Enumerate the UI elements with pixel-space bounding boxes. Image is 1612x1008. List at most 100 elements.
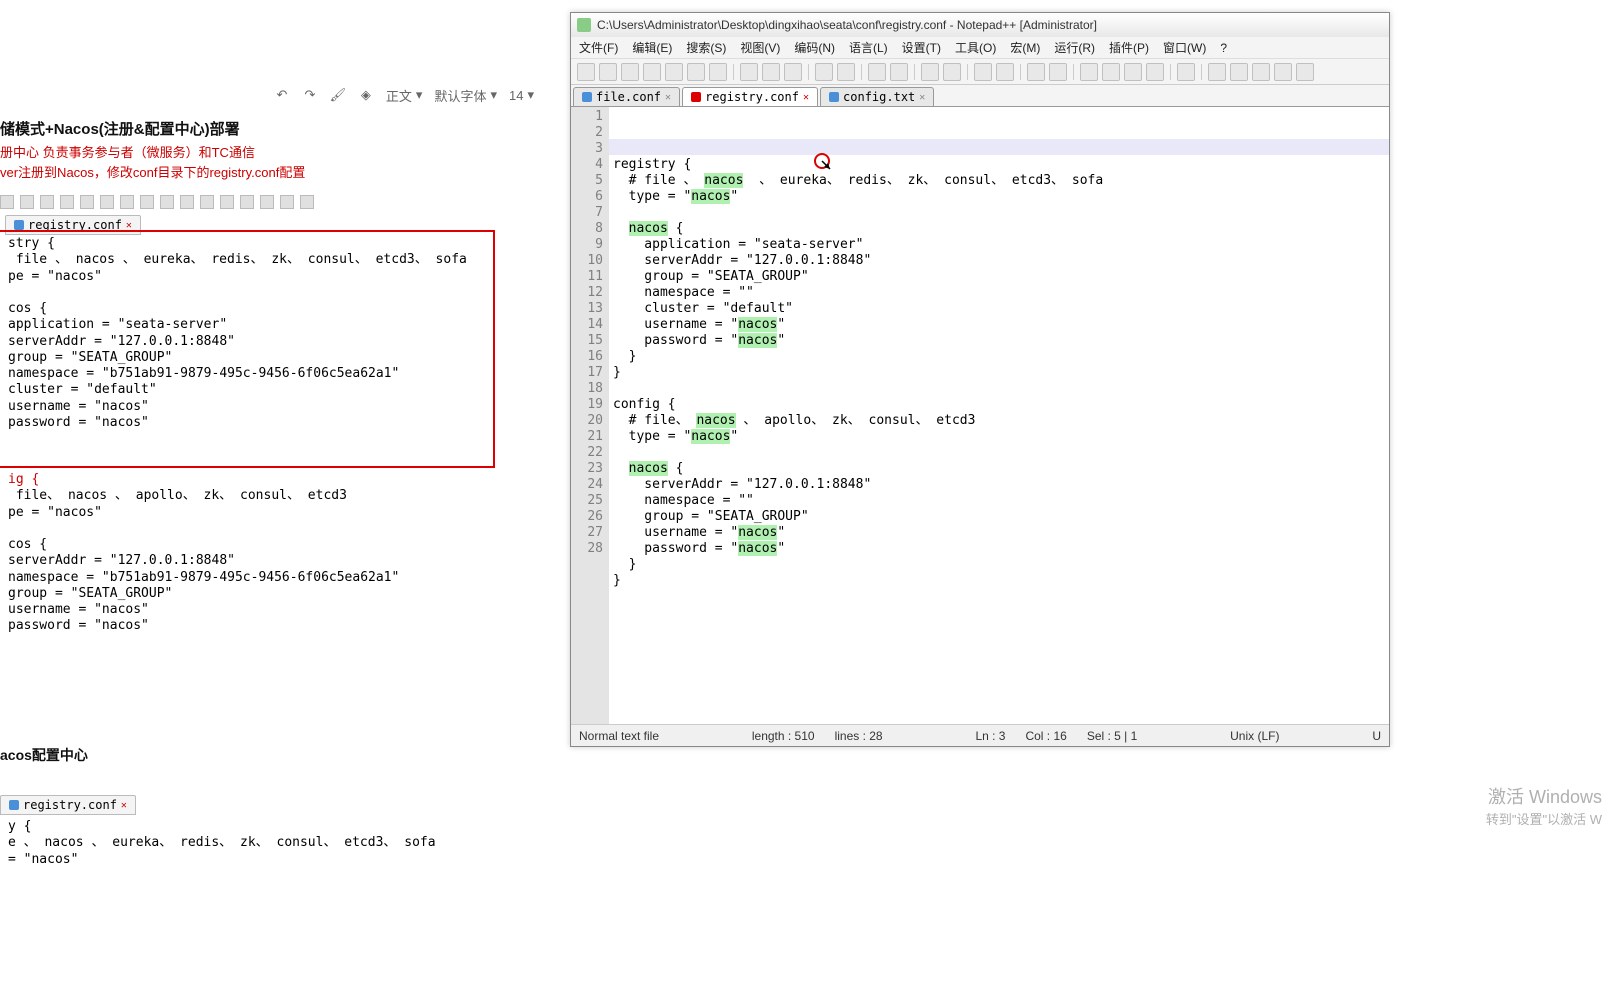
font-family-select[interactable]: 默认字体 ▾ [434, 86, 497, 105]
copy-icon[interactable] [762, 63, 780, 81]
doc-code-tab-2[interactable]: registry.conf ✕ [0, 795, 136, 815]
paste-icon[interactable] [784, 63, 802, 81]
app-icon [577, 18, 591, 32]
main-toolbar [571, 59, 1389, 85]
doc-code-block-3-wrapper: y { e 、 nacos 、 eureka、 redis、 zk、 consu… [0, 815, 495, 872]
sync-h-icon[interactable] [996, 63, 1014, 81]
tab-label: registry.conf [705, 90, 799, 104]
menu-macro[interactable]: 宏(M) [1010, 39, 1040, 56]
mini-tool-icon[interactable] [200, 195, 214, 209]
tab-config-txt[interactable]: config.txt ✕ [820, 87, 934, 106]
replace-icon[interactable] [890, 63, 908, 81]
mini-tool-icon[interactable] [160, 195, 174, 209]
doc-code-tab-2-label: registry.conf [23, 798, 117, 812]
eraser-icon[interactable]: ◈ [358, 87, 374, 103]
print-icon[interactable] [709, 63, 727, 81]
status-selection: Sel : 5 | 1 [1087, 729, 1137, 743]
menu-encoding[interactable]: 编码(N) [794, 39, 835, 56]
doc-code-block-3: y { e 、 nacos 、 eureka、 redis、 zk、 consu… [8, 819, 487, 868]
stop-macro-icon[interactable] [1230, 63, 1248, 81]
undo-icon[interactable] [815, 63, 833, 81]
new-file-icon[interactable] [577, 63, 595, 81]
menu-edit[interactable]: 编辑(E) [632, 39, 672, 56]
close-icon[interactable] [665, 63, 683, 81]
zoom-out-icon[interactable] [943, 63, 961, 81]
close-icon[interactable]: ✕ [126, 220, 132, 231]
monitor-icon[interactable] [1177, 63, 1195, 81]
show-symbol-icon[interactable] [1049, 63, 1067, 81]
close-icon[interactable]: ✕ [121, 800, 127, 811]
toolbar-separator [1073, 64, 1074, 80]
mini-tool-icon[interactable] [300, 195, 314, 209]
close-icon[interactable]: ✕ [665, 92, 671, 103]
menu-help[interactable]: ? [1220, 41, 1227, 55]
close-icon[interactable]: ✕ [803, 92, 809, 103]
play-multi-icon[interactable] [1274, 63, 1292, 81]
brush-icon[interactable]: 🖌 [330, 87, 346, 103]
mini-tool-icon[interactable] [40, 195, 54, 209]
redo-icon[interactable] [837, 63, 855, 81]
mini-tool-icon[interactable] [20, 195, 34, 209]
paragraph-style-select[interactable]: 正文 ▾ [386, 86, 423, 105]
indent-icon[interactable] [1080, 63, 1098, 81]
mini-tool-icon[interactable] [140, 195, 154, 209]
status-encoding: U [1372, 729, 1381, 743]
close-icon[interactable]: ✕ [919, 92, 925, 103]
status-line: Ln : 3 [975, 729, 1005, 743]
status-lines: lines : 28 [835, 729, 883, 743]
status-filetype: Normal text file [579, 729, 659, 743]
code-content[interactable]: registry { # file 、 nacos 、 eureka、 redi… [609, 107, 1389, 724]
mini-tool-icon[interactable] [220, 195, 234, 209]
undo-icon[interactable]: ↶ [274, 87, 290, 103]
zoom-in-icon[interactable] [921, 63, 939, 81]
save-icon[interactable] [621, 63, 639, 81]
tab-file-conf[interactable]: file.conf ✕ [573, 87, 680, 106]
menu-run[interactable]: 运行(R) [1054, 39, 1095, 56]
record-macro-icon[interactable] [1208, 63, 1226, 81]
editor-area[interactable]: 1234567891011121314151617181920212223242… [571, 107, 1389, 724]
sync-v-icon[interactable] [974, 63, 992, 81]
cut-icon[interactable] [740, 63, 758, 81]
file-modified-icon [691, 92, 701, 102]
window-title: C:\Users\Administrator\Desktop\dingxihao… [597, 18, 1097, 32]
font-size-select[interactable]: 14 ▾ [509, 87, 534, 103]
doc-subheading: 册中心 负责事务参与者（微服务）和TC通信 [0, 142, 255, 161]
window-titlebar[interactable]: C:\Users\Administrator\Desktop\dingxihao… [571, 13, 1389, 37]
menu-plugins[interactable]: 插件(P) [1109, 39, 1149, 56]
menu-tools[interactable]: 工具(O) [955, 39, 996, 56]
save-macro-icon[interactable] [1296, 63, 1314, 81]
menu-file[interactable]: 文件(F) [579, 39, 618, 56]
mini-tool-icon[interactable] [240, 195, 254, 209]
mini-tool-icon[interactable] [100, 195, 114, 209]
wrap-icon[interactable] [1027, 63, 1045, 81]
save-all-icon[interactable] [643, 63, 661, 81]
watermark-title: 激活 Windows [1486, 783, 1602, 809]
mini-tool-icon[interactable] [180, 195, 194, 209]
tab-registry-conf[interactable]: registry.conf ✕ [682, 87, 818, 106]
play-macro-icon[interactable] [1252, 63, 1270, 81]
menu-view[interactable]: 视图(V) [740, 39, 780, 56]
toolbar-separator [808, 64, 809, 80]
folder-icon[interactable] [1102, 63, 1120, 81]
open-file-icon[interactable] [599, 63, 617, 81]
mini-tool-icon[interactable] [0, 195, 14, 209]
menu-settings[interactable]: 设置(T) [902, 39, 941, 56]
doc-code-block-2-wrapper: ig { file、 nacos 、 apollo、 zk、 consul、 e… [0, 468, 495, 639]
doc-code-highlighted-box: stry { file 、 nacos 、 eureka、 redis、 zk、… [0, 230, 495, 468]
doc-map-icon[interactable] [1146, 63, 1164, 81]
menu-window[interactable]: 窗口(W) [1163, 39, 1206, 56]
doc-heading: 储模式+Nacos(注册&配置中心)部署 [0, 118, 240, 139]
redo-icon[interactable]: ↷ [302, 87, 318, 103]
function-list-icon[interactable] [1124, 63, 1142, 81]
mini-tool-icon[interactable] [260, 195, 274, 209]
menu-search[interactable]: 搜索(S) [686, 39, 726, 56]
menu-language[interactable]: 语言(L) [849, 39, 888, 56]
toolbar-separator [967, 64, 968, 80]
mini-tool-icon[interactable] [60, 195, 74, 209]
mini-tool-icon[interactable] [120, 195, 134, 209]
find-icon[interactable] [868, 63, 886, 81]
close-all-icon[interactable] [687, 63, 705, 81]
mini-tool-icon[interactable] [80, 195, 94, 209]
toolbar-separator [861, 64, 862, 80]
mini-tool-icon[interactable] [280, 195, 294, 209]
